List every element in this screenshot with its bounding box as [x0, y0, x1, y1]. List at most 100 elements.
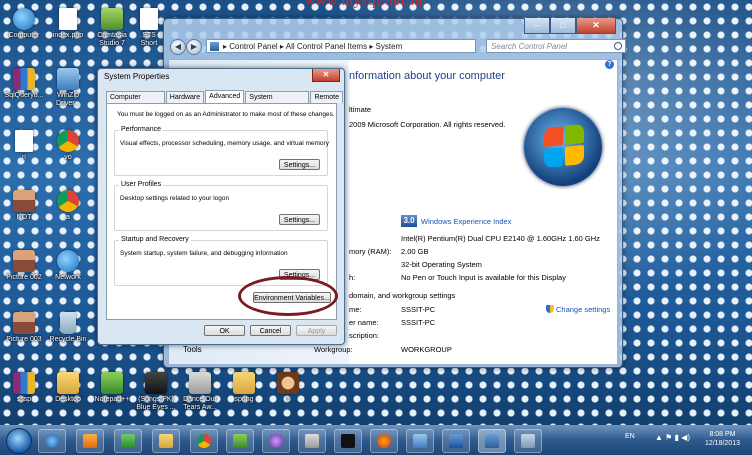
desktop-icon-index-php[interactable]: index.php	[46, 8, 90, 40]
control-panel-icon	[210, 42, 219, 51]
chrome-icon	[57, 190, 79, 212]
cancel-button[interactable]: Cancel	[250, 325, 291, 336]
ok-button[interactable]: OK	[204, 325, 245, 336]
desktop-icon-a[interactable]: a	[46, 190, 90, 222]
system-tray-icons[interactable]: ▲ ⚑ ▮ ◀)	[655, 433, 690, 442]
desktop-icon-sssp[interactable]: sssp	[2, 372, 46, 404]
desktop-icon-winzip[interactable]: WinZip Driver...	[46, 68, 90, 108]
desktop-icon-notepad[interactable]: Notepad++	[90, 372, 134, 404]
tab-advanced[interactable]: Advanced	[205, 90, 245, 103]
word-icon	[449, 434, 463, 448]
clock-date: 12/18/2013	[704, 440, 740, 447]
user-profiles-desc: Desktop settings related to your logon	[120, 195, 230, 202]
admin-note: You must be logged on as an Administrato…	[117, 111, 335, 118]
photo-icon	[13, 312, 35, 334]
user-profiles-settings-button[interactable]: Settings...	[279, 214, 320, 225]
uac-shield-icon	[546, 305, 554, 313]
desktop-icon-desktop[interactable]: Desktop	[46, 372, 90, 404]
clock-time: 8:08 PM	[709, 431, 736, 438]
taskbar-word[interactable]	[442, 429, 470, 453]
computer-icon	[13, 8, 35, 30]
taskbar-app-blue[interactable]	[406, 429, 434, 453]
desktop-icon-1[interactable]: 1	[266, 372, 310, 404]
notepad-plus-icon	[101, 372, 123, 394]
taskbar-app-purple[interactable]	[262, 429, 290, 453]
startup-recovery-label: Startup and Recovery	[119, 236, 191, 243]
wei-link[interactable]: Windows Experience Index	[421, 217, 511, 226]
taskbar-clock[interactable]: 8:08 PM 12/18/2013	[705, 430, 740, 448]
language-indicator[interactable]: EN	[625, 433, 635, 440]
s-app-icon	[305, 434, 319, 448]
taskbar-app-window[interactable]	[514, 429, 542, 453]
search-input[interactable]: Search Control Panel	[486, 39, 626, 53]
maximize-button[interactable]: □	[550, 18, 576, 34]
desktop-icon-recycle-bin[interactable]: Recycle Bin	[46, 312, 90, 344]
computer-name-value: SSSIT-PC	[401, 305, 436, 314]
tab-remote[interactable]: Remote	[310, 91, 343, 103]
purple-app-icon	[269, 434, 283, 448]
taskbar-app-s[interactable]	[298, 429, 326, 453]
tab-system-protection[interactable]: System Protection	[245, 91, 310, 112]
search-icon	[614, 42, 622, 50]
back-button[interactable]: ◀	[170, 39, 186, 55]
start-button[interactable]	[6, 428, 32, 454]
taskbar-notepad[interactable]	[226, 429, 254, 453]
watermark-text: www.mysql.net.in	[305, 0, 424, 9]
control-panel-icon	[485, 434, 499, 448]
network-icon	[57, 250, 79, 272]
taskbar-ie[interactable]	[38, 429, 66, 453]
folder-icon	[159, 434, 173, 448]
taskbar-chrome[interactable]	[190, 429, 218, 453]
system-type-value: 32-bit Operating System	[401, 260, 482, 269]
domain-section-heading: domain, and workgroup settings	[349, 291, 456, 300]
media-player-icon	[83, 434, 97, 448]
pen-touch-label: h:	[349, 273, 356, 282]
desktop-icon-computer[interactable]: Computer	[2, 8, 46, 40]
text-file-icon	[15, 130, 33, 152]
taskbar-firefox[interactable]	[370, 429, 398, 453]
chrome-icon	[57, 130, 79, 152]
help-icon[interactable]: ?	[605, 60, 614, 69]
tools-link[interactable]: Tools	[183, 345, 202, 354]
pen-touch-value: No Pen or Touch Input is available for t…	[401, 273, 566, 282]
wei-score-badge: 3.0	[401, 215, 417, 227]
apply-button[interactable]: Apply	[296, 325, 337, 336]
full-computer-name-label: er name:	[349, 318, 379, 327]
desktop-icon-sts[interactable]: STS Short	[134, 8, 164, 48]
desktop: www.mysql.net.in Computer index.php Camt…	[0, 0, 752, 425]
recycle-bin-icon	[60, 312, 76, 334]
desktop-icon-spring[interactable]: spring	[222, 372, 266, 404]
desktop-icon-sqlquery[interactable]: SqlQuery8...	[2, 68, 46, 100]
desktop-icon-n[interactable]: n	[2, 130, 46, 162]
winzip-icon	[57, 68, 79, 90]
desktop-icon-vo[interactable]: vo	[46, 130, 90, 162]
windows-edition: ltimate	[349, 105, 372, 114]
full-computer-name-value: SSSIT-PC	[401, 318, 436, 327]
tab-hardware[interactable]: Hardware	[165, 91, 205, 103]
forward-button[interactable]: ▶	[186, 39, 202, 55]
address-bar[interactable]: ▸ Control Panel ▸ All Control Panel Item…	[206, 39, 476, 53]
taskbar-explorer[interactable]	[152, 429, 180, 453]
taskbar-sd[interactable]	[114, 429, 142, 453]
taskbar-control-panel[interactable]	[478, 429, 506, 453]
desktop-icon-songs[interactable]: (Songs.PK) Blue Eyes ...	[134, 372, 178, 412]
taskbar-media-player[interactable]	[76, 429, 104, 453]
performance-group: Performance Visual effects, processor sc…	[114, 126, 329, 176]
desktop-icon-network[interactable]: Network	[46, 250, 90, 282]
close-button[interactable]: ✕	[576, 18, 616, 34]
tab-computer-name[interactable]: Computer Name	[106, 91, 165, 112]
taskbar-cmd[interactable]	[334, 429, 362, 453]
desktop-icon-picture-003[interactable]: Picture 003	[2, 312, 46, 344]
desktop-icon-camtasia[interactable]: Camtasia Studio 7	[90, 8, 134, 48]
windows-flag-icon	[544, 123, 584, 169]
desktop-icon-dance[interactable]: Dance Our Tears Aw...	[178, 372, 222, 412]
desktop-icon-not[interactable]: NOT	[2, 190, 46, 222]
desktop-icon-picture-002[interactable]: Picture 002	[2, 250, 46, 282]
minimize-button[interactable]: –	[524, 18, 550, 34]
dialog-close-button[interactable]: ✕	[312, 69, 340, 82]
memory-value: 2.00 GB	[401, 247, 429, 256]
change-settings-link[interactable]: Change settings	[556, 305, 610, 314]
media-file-icon	[189, 372, 211, 394]
performance-settings-button[interactable]: Settings...	[279, 159, 320, 170]
window-app-icon	[521, 434, 535, 448]
